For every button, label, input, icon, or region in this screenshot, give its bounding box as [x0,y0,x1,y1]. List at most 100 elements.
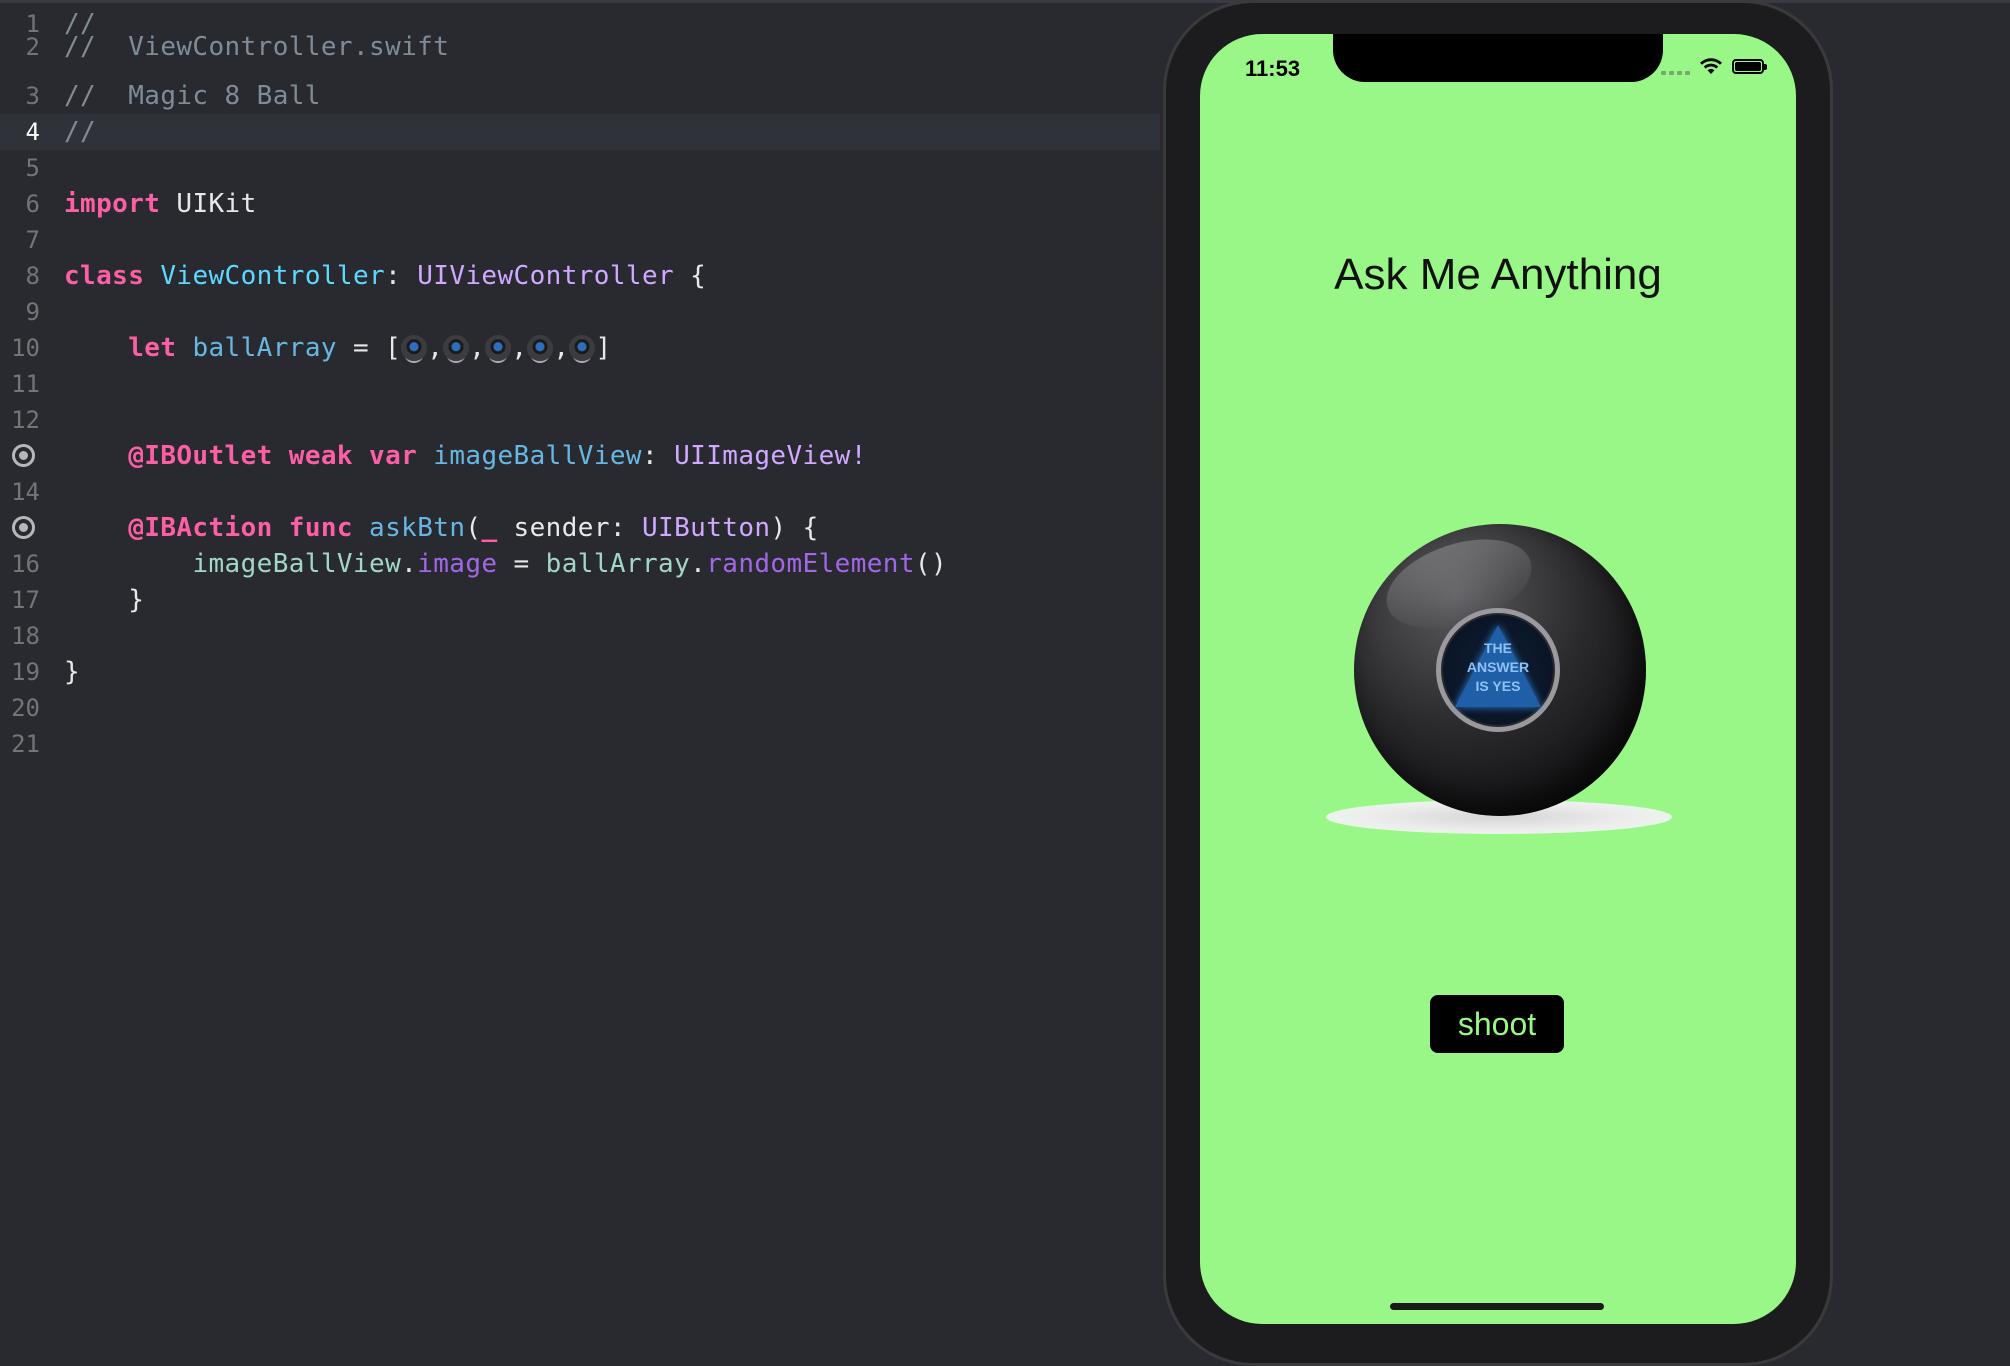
line-number[interactable]: 18 [0,622,64,650]
property-name: ballArray [192,333,337,363]
attribute-keyword: @IBOutlet [128,441,273,471]
outlet-connection-icon[interactable] [12,444,35,467]
class-keyword: class [64,261,145,291]
ball-answer-line: ANSWER [1466,659,1530,675]
array-open: [ [385,333,402,363]
line-number[interactable]: 14 [0,478,64,506]
comment: // [64,117,97,147]
close-brace: } [64,657,81,687]
equals: = [513,549,530,579]
line-number[interactable]: 3 [0,82,64,110]
type-name: UIImageView! [674,441,867,471]
property-name: imageBallView [433,441,642,471]
simulator-screen[interactable]: 11:53 Ask Me Anything THE ANSWER IS YES … [1200,34,1796,1324]
line-number[interactable]: 2 [0,33,64,61]
code-line-current[interactable]: 4 // [0,114,1160,150]
code-line[interactable]: 12 [0,402,1160,438]
superclass-name: UIViewController [417,261,675,291]
line-number[interactable]: 9 [0,298,64,326]
line-number[interactable]: 20 [0,694,64,722]
equals: = [353,333,370,363]
dot: . [690,549,707,579]
class-name: ViewController [160,261,386,291]
code-line[interactable]: 7 [0,222,1160,258]
line-number[interactable]: 7 [0,226,64,254]
method-reference: randomElement [706,549,915,579]
image-literal-icon [569,334,596,361]
device-notch [1333,34,1663,82]
array-reference: ballArray [545,549,691,579]
wifi-icon [1700,58,1722,74]
battery-icon [1732,58,1767,74]
close-brace: } [128,585,145,615]
call-parens: () [914,549,948,579]
import-keyword: import [64,189,161,219]
code-line[interactable]: 13 @IBOutlet weak var imageBallView: UII… [0,438,1160,474]
func-keyword: func [288,513,353,543]
line-number[interactable]: 19 [0,658,64,686]
page-title: Ask Me Anything [1334,250,1662,299]
property-reference: image [417,549,498,579]
mute-switch [1156,185,1162,230]
dot: . [401,549,418,579]
code-line[interactable]: 11 [0,366,1160,402]
magic-8-ball-image: THE ANSWER IS YES [1354,522,1646,816]
power-button [1834,305,1840,450]
outlet-reference: imageBallView [192,549,402,579]
line-number[interactable]: 21 [0,730,64,758]
colon: : [385,261,402,291]
code-line[interactable]: 20 [0,690,1160,726]
code-line[interactable]: 15 @IBAction func askBtn(_ sender: UIBut… [0,510,1160,546]
status-indicators [1661,56,1767,76]
code-line[interactable]: 5 [0,150,1160,186]
ball-answer-line: IS YES [1475,678,1521,694]
parameter-name: sender: [497,513,626,543]
code-line[interactable]: 6 import UIKit [0,186,1160,222]
code-line[interactable]: 16 imageBallView.image = ballArray.rando… [0,546,1160,582]
line-number[interactable]: 6 [0,190,64,218]
line-number[interactable]: 16 [0,550,64,578]
paren-open: ( [465,513,482,543]
action-connection-icon[interactable] [12,516,35,539]
code-line[interactable]: 10 let ballArray = [,,,,] [0,330,1160,366]
line-number[interactable]: 8 [0,262,64,290]
line-number[interactable]: 11 [0,370,64,398]
code-line[interactable]: 17 } [0,582,1160,618]
open-brace: { [802,513,819,543]
image-literal-icon [443,334,470,361]
line-number[interactable]: 10 [0,334,64,362]
line-number[interactable]: 17 [0,586,64,614]
code-line[interactable]: 14 [0,474,1160,510]
line-number[interactable]: 4 [0,118,64,146]
paren-close: ) [770,513,787,543]
code-line[interactable]: 19 } [0,654,1160,690]
function-name: askBtn [369,513,466,543]
image-literal-icon [401,334,428,361]
attribute-keyword: @IBAction [128,513,273,543]
image-literal-icon [527,334,554,361]
weak-keyword: weak [288,441,353,471]
code-line[interactable]: 2 // ViewController.swift [0,29,1160,65]
ball-answer-line: THE [1484,640,1512,656]
ball-answer-window: THE ANSWER IS YES [1436,608,1560,732]
code-editor[interactable]: 1 // 2 // ViewController.swift 3 // Magi… [0,0,1160,1366]
code-line[interactable]: 3 // Magic 8 Ball [0,78,1160,114]
line-number[interactable]: 5 [0,154,64,182]
image-literal-icon [485,334,512,361]
open-brace: { [690,261,707,291]
ball-answer-text: THE ANSWER IS YES [1441,639,1555,696]
type-name: UIButton [642,513,771,543]
var-keyword: var [369,441,418,471]
cellular-signal-icon [1661,57,1690,75]
home-indicator[interactable] [1390,1303,1604,1310]
code-line[interactable]: 8 class ViewController: UIViewController… [0,258,1160,294]
volume-down-button [1156,390,1162,480]
module-name: UIKit [176,189,257,219]
line-number[interactable]: 12 [0,406,64,434]
code-line[interactable]: 21 [0,726,1160,762]
comment: // Magic 8 Ball [64,81,321,111]
code-line[interactable]: 18 [0,618,1160,654]
array-close: ] [595,333,612,363]
code-line[interactable]: 9 [0,294,1160,330]
shoot-button[interactable]: shoot [1430,995,1564,1053]
